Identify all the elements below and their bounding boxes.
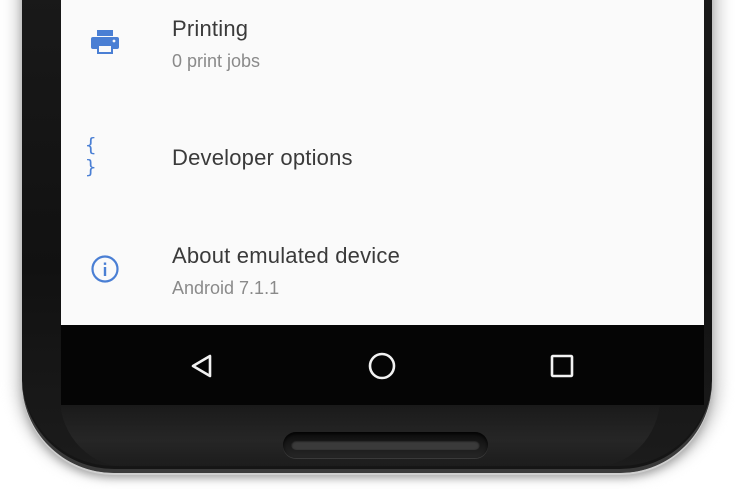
settings-item-title: Printing	[172, 16, 249, 41]
info-icon	[89, 253, 121, 285]
navigation-bar	[61, 325, 704, 405]
settings-item-printing[interactable]: Printing 0 print jobs	[61, 0, 704, 100]
settings-item-title: Developer options	[172, 145, 353, 170]
recents-icon[interactable]	[541, 345, 583, 387]
speaker-slot	[291, 440, 480, 450]
settings-item-subtitle: Android 7.1.1	[172, 278, 280, 298]
settings-item-developer-options[interactable]: { } Developer options	[61, 112, 704, 202]
settings-item-subtitle: 0 print jobs	[172, 51, 261, 71]
home-icon[interactable]	[361, 345, 403, 387]
settings-screen: Printing 0 print jobs { } Developer opti…	[61, 0, 704, 325]
settings-item-title: About emulated device	[172, 243, 401, 268]
printer-icon	[89, 26, 121, 58]
curly-braces-glyph: { }	[85, 134, 100, 178]
curly-braces-icon: { }	[85, 134, 125, 178]
speaker-grille	[283, 432, 488, 458]
settings-item-about-device[interactable]: About emulated device Android 7.1.1	[61, 218, 704, 318]
device-frame-view: Printing 0 print jobs { } Developer opti…	[0, 0, 735, 489]
back-icon[interactable]	[181, 345, 223, 387]
